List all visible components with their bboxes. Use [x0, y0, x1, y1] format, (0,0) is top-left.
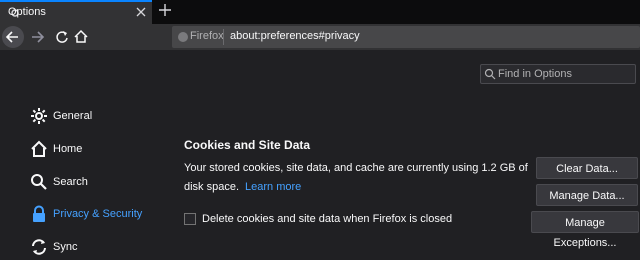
sidebar-item-label: Search	[53, 176, 88, 188]
sidebar-item-label: Sync	[53, 241, 78, 253]
lock-icon	[33, 205, 45, 222]
sidebar-item-search[interactable]: Search	[30, 173, 160, 195]
section-title: Cookies and Site Data	[184, 138, 311, 152]
back-arrow-icon[interactable]	[2, 26, 24, 48]
tab-strip: Options	[0, 0, 640, 24]
search-icon	[484, 68, 496, 80]
sidebar-item-sync[interactable]: Sync	[30, 238, 160, 260]
manage-exceptions-button[interactable]: Manage Exceptions...	[531, 211, 639, 249]
search-icon	[31, 174, 47, 190]
gear-icon	[31, 108, 47, 124]
sync-icon	[32, 239, 46, 255]
manage-data-button[interactable]: Manage Data...	[536, 184, 638, 206]
forward-arrow-icon[interactable]	[27, 26, 49, 48]
clear-data-button[interactable]: Clear Data...	[536, 157, 638, 179]
home-icon[interactable]	[70, 26, 92, 48]
tab-options[interactable]: Options	[0, 0, 152, 24]
sidebar-item-general[interactable]: General	[30, 107, 160, 129]
sidebar-item-privacy-security[interactable]: Privacy & Security	[30, 205, 160, 227]
close-icon[interactable]	[134, 5, 148, 19]
sidebar-item-label: Privacy & Security	[53, 208, 143, 220]
sidebar-item-label: General	[53, 110, 93, 122]
url-separator	[223, 29, 224, 45]
identity-label: Firefox	[190, 30, 224, 42]
tab-title: Options	[8, 6, 46, 18]
cookies-usage-text: Your stored cookies, site data, and cach…	[184, 162, 528, 193]
home-icon	[31, 140, 47, 157]
new-tab-icon[interactable]	[158, 3, 172, 17]
search-placeholder: Find in Options	[498, 68, 572, 80]
delete-on-close-label: Delete cookies and site data when Firefo…	[202, 213, 453, 225]
sidebar-item-label: Home	[53, 143, 83, 155]
sidebar-item-home[interactable]: Home	[30, 140, 160, 162]
cookies-description: Your stored cookies, site data, and cach…	[184, 159, 529, 197]
delete-on-close-checkbox[interactable]	[184, 213, 196, 225]
learn-more-link[interactable]: Learn more	[245, 181, 301, 193]
url-text[interactable]: about:preferences#privacy	[230, 30, 360, 42]
